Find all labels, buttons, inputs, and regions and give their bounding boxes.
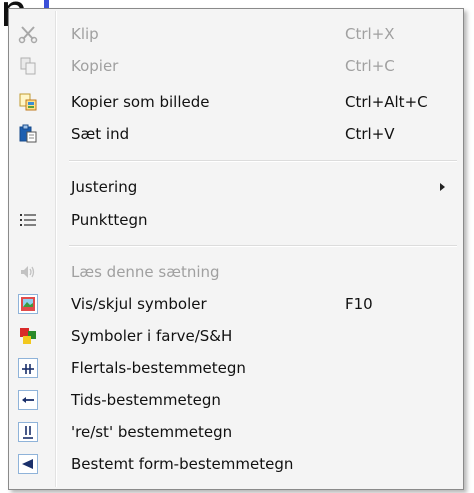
symbols-picture-icon	[17, 293, 39, 315]
menu-item-definite-form-marker[interactable]: Bestemt form-bestemmetegn	[11, 448, 461, 478]
copy-as-image-icon	[17, 91, 39, 113]
menu-item-copy-as-image[interactable]: Kopier som billede Ctrl+Alt+C	[11, 86, 461, 116]
menu-item-label: Kopier som billede	[71, 93, 210, 111]
menu-item-tense-marker[interactable]: Tids-bestemmetegn	[11, 384, 461, 414]
menu-item-shortcut: Ctrl+V	[345, 125, 395, 143]
menu-item-label: Bestemt form-bestemmetegn	[71, 455, 294, 473]
scissors-icon	[17, 23, 39, 45]
color-symbols-icon	[17, 325, 39, 347]
bullet-list-icon	[17, 209, 39, 231]
menu-item-shortcut: F10	[345, 295, 373, 313]
menu-item-shortcut: Ctrl+X	[345, 25, 395, 43]
menu-item-bullets[interactable]: Punkttegn	[11, 204, 461, 234]
menu-item-alignment[interactable]: Justering	[11, 171, 461, 201]
screen: n Klip Ctrl+X	[0, 0, 474, 493]
menu-item-label: 're/st' bestemmetegn	[71, 423, 233, 441]
menu-item-label: Punkttegn	[71, 211, 148, 229]
menu-item-label: Vis/skjul symboler	[71, 295, 207, 313]
menu-item-label: Læs denne sætning	[71, 263, 220, 281]
menu-item-label: Flertals-bestemmetegn	[71, 359, 246, 377]
menu-item-plural-marker[interactable]: Flertals-bestemmetegn	[11, 352, 461, 382]
menu-separator	[69, 245, 457, 247]
menu-item-re-st-marker[interactable]: 're/st' bestemmetegn	[11, 416, 461, 446]
re-st-marker-icon	[17, 421, 39, 443]
menu-item-shortcut: Ctrl+C	[345, 57, 395, 75]
menu-item-shortcut: Ctrl+Alt+C	[345, 93, 428, 111]
context-menu: Klip Ctrl+X Kopier Ctrl+C Kopier som bil…	[8, 8, 464, 490]
plural-marker-icon	[17, 357, 39, 379]
menu-item-label: Tids-bestemmetegn	[71, 391, 221, 409]
submenu-arrow-icon	[440, 183, 445, 191]
menu-item-paste[interactable]: Sæt ind Ctrl+V	[11, 118, 461, 148]
menu-item-toggle-symbols[interactable]: Vis/skjul symboler F10	[11, 288, 461, 318]
menu-item-label: Symboler i farve/S&H	[71, 327, 233, 345]
menu-item-read-sentence[interactable]: Læs denne sætning	[11, 256, 461, 286]
menu-item-label: Klip	[71, 25, 99, 43]
definite-form-marker-icon	[17, 453, 39, 475]
menu-item-color-symbols[interactable]: Symboler i farve/S&H	[11, 320, 461, 350]
menu-item-cut[interactable]: Klip Ctrl+X	[11, 18, 461, 48]
menu-item-label: Kopier	[71, 57, 119, 75]
menu-item-copy[interactable]: Kopier Ctrl+C	[11, 50, 461, 80]
menu-item-label: Sæt ind	[71, 125, 130, 143]
copy-icon	[17, 55, 39, 77]
speaker-icon	[17, 261, 39, 283]
tense-marker-icon	[17, 389, 39, 411]
menu-item-label: Justering	[71, 178, 138, 196]
paste-icon	[17, 123, 39, 145]
menu-separator	[69, 160, 457, 162]
